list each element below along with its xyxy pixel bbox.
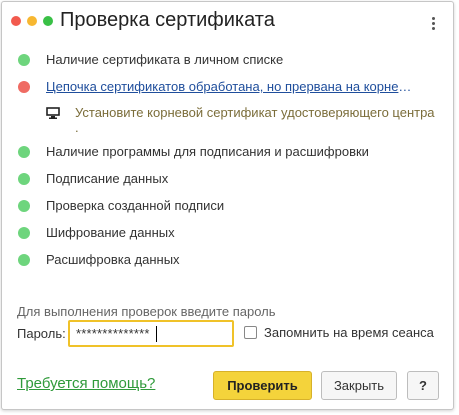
status-fail-icon (18, 81, 30, 93)
remember-session-checkbox[interactable] (244, 326, 257, 339)
check-row-decryption: Расшифровка данных (16, 251, 446, 271)
chain-error-link[interactable]: Цепочка сертификатов обработана, но прер… (46, 79, 416, 94)
check-row-data-signing: Подписание данных (16, 170, 446, 190)
minimize-window-icon[interactable] (27, 16, 37, 26)
more-options-icon[interactable] (432, 17, 436, 33)
check-row-signing-program: Наличие программы для подписания и расши… (16, 143, 446, 163)
hint-text: Установите корневой сертификат удостовер… (75, 105, 435, 120)
close-window-icon[interactable] (11, 16, 21, 26)
check-label: Проверка созданной подписи (46, 198, 225, 213)
password-label: Пароль: (17, 326, 66, 341)
help-link[interactable]: Требуется помощь? (17, 375, 155, 392)
status-ok-icon (18, 54, 30, 66)
password-input[interactable]: ************** (68, 320, 234, 347)
status-ok-icon (18, 146, 30, 158)
password-caption: Для выполнения проверок введите пароль (17, 304, 276, 319)
password-value: ************** (76, 326, 150, 341)
check-row-signature-verification: Проверка созданной подписи (16, 197, 446, 217)
check-label: Подписание данных (46, 171, 169, 186)
monitor-icon (46, 107, 60, 119)
status-ok-icon (18, 254, 30, 266)
hint-tail: . (75, 120, 79, 135)
close-button[interactable]: Закрыть (321, 371, 397, 400)
check-label: Наличие программы для подписания и расши… (46, 144, 369, 159)
status-ok-icon (18, 200, 30, 212)
status-ok-icon (18, 173, 30, 185)
check-row-encryption: Шифрование данных (16, 224, 446, 244)
check-button[interactable]: Проверить (213, 371, 312, 400)
check-label: Наличие сертификата в личном списке (46, 52, 284, 67)
remember-session-label[interactable]: Запомнить на время сеанса (264, 325, 434, 340)
check-label: Шифрование данных (46, 225, 175, 240)
status-ok-icon (18, 227, 30, 239)
text-caret (156, 326, 157, 342)
check-row-certificate-chain[interactable]: Цепочка сертификатов обработана, но прер… (16, 78, 446, 98)
check-row-certificate-in-list: Наличие сертификата в личном списке (16, 51, 446, 71)
maximize-window-icon[interactable] (43, 16, 53, 26)
help-question-button[interactable]: ? (407, 371, 439, 400)
certificate-check-window: Проверка сертификата Наличие сертификата… (1, 1, 454, 410)
check-label: Расшифровка данных (46, 252, 180, 267)
window-title: Проверка сертификата (60, 9, 275, 31)
